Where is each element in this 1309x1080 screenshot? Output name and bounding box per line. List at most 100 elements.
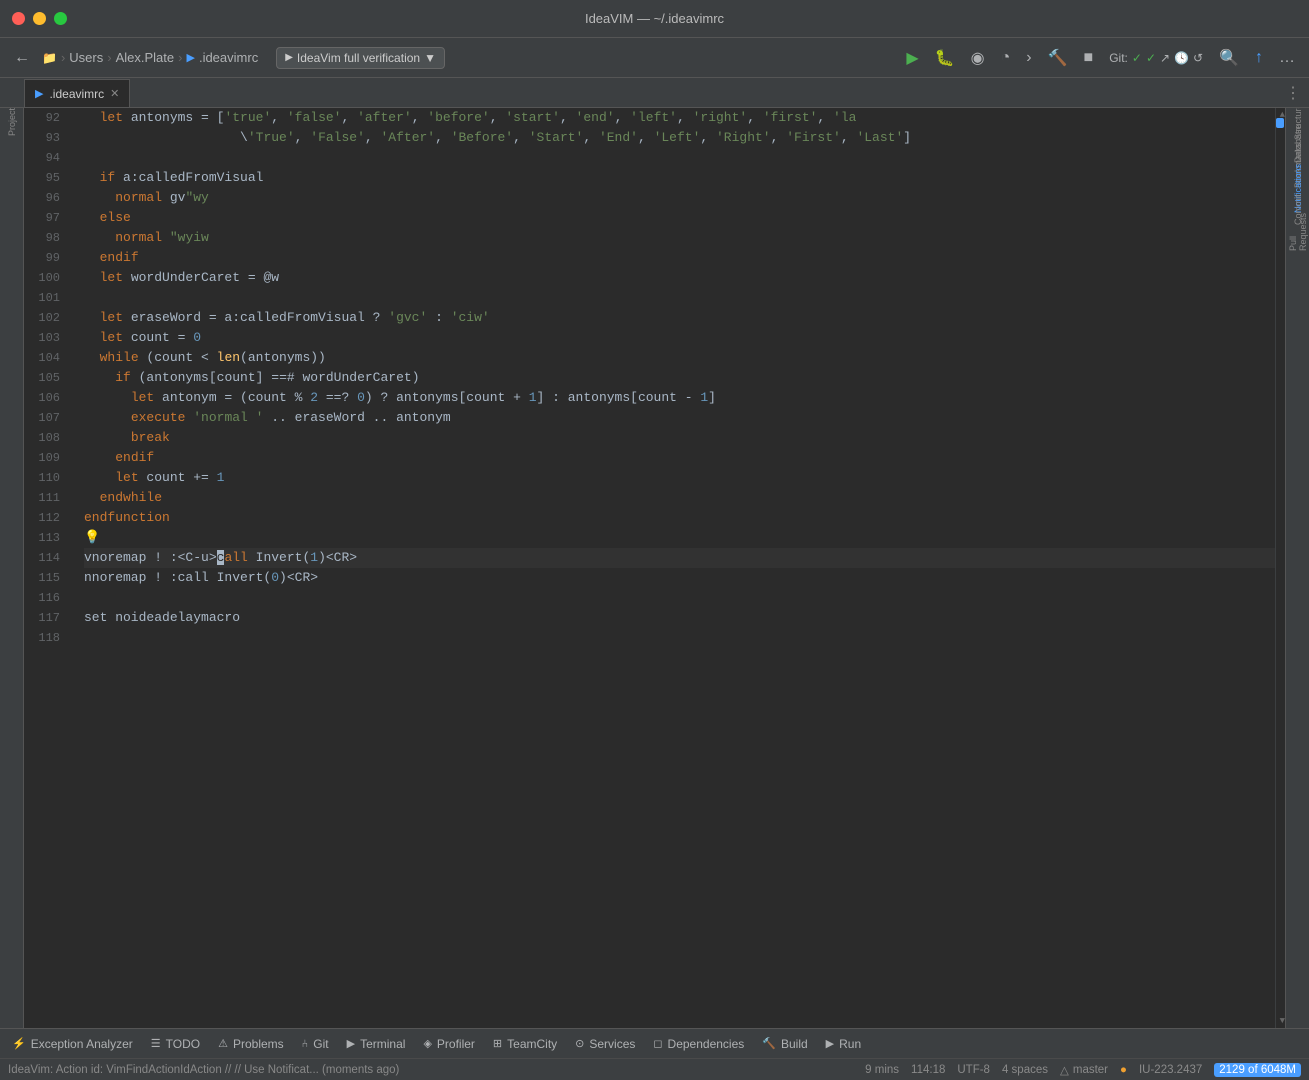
window-title: IdeaVIM — ~/.ideavimrc bbox=[585, 11, 724, 26]
more-run-btn[interactable]: › bbox=[1020, 45, 1037, 71]
code-line-116 bbox=[84, 588, 1275, 608]
line-number-114: 114 bbox=[24, 548, 68, 568]
bottom-tool-run[interactable]: ▶ Run bbox=[818, 1034, 869, 1054]
scroll-down-icon[interactable]: ▼ bbox=[1280, 1016, 1285, 1026]
line-number-97: 97 bbox=[24, 208, 68, 228]
code-editor[interactable]: let antonyms = ['true', 'false', 'after'… bbox=[76, 108, 1275, 1028]
code-line-118 bbox=[84, 628, 1275, 648]
maximize-button[interactable] bbox=[54, 12, 67, 25]
code-line-93: \'True', 'False', 'After', 'Before', 'St… bbox=[84, 128, 1275, 148]
debug-button[interactable]: 🐛 bbox=[929, 44, 961, 72]
indent-display[interactable]: 4 spaces bbox=[1002, 1064, 1048, 1076]
bottom-tool-teamcity[interactable]: ⊞TeamCity bbox=[485, 1034, 565, 1054]
line-number-106: 106 bbox=[24, 388, 68, 408]
position-display[interactable]: 114:18 bbox=[911, 1064, 945, 1076]
line-number-93: 93 bbox=[24, 128, 68, 148]
branch-display[interactable]: △ master bbox=[1060, 1063, 1108, 1077]
breadcrumb-separator: › bbox=[61, 50, 65, 65]
window-controls[interactable] bbox=[12, 12, 67, 25]
profile-button[interactable]: ◔ bbox=[995, 45, 1017, 71]
line-number-99: 99 bbox=[24, 248, 68, 268]
bottom-tool-build[interactable]: 🔨Build bbox=[754, 1034, 815, 1054]
more-options-btn[interactable]: … bbox=[1273, 45, 1301, 71]
pull-requests-panel-icon[interactable]: Pull Requests bbox=[1288, 222, 1308, 242]
update-button[interactable]: ↑ bbox=[1249, 45, 1269, 71]
tool-icon-8: ◻ bbox=[653, 1037, 662, 1050]
notif-message: IdeaVim: Action id: VimFindActionIdActio… bbox=[8, 1064, 399, 1076]
build-button[interactable]: 🔨 bbox=[1042, 44, 1074, 72]
right-sidebar: Structure Database Bookmarks Notificatio… bbox=[1285, 108, 1309, 1028]
tab-more-button[interactable]: ⋮ bbox=[1277, 79, 1309, 107]
close-button[interactable] bbox=[12, 12, 25, 25]
bottom-tool-exception-analyzer[interactable]: ⚡Exception Analyzer bbox=[4, 1034, 141, 1054]
line-number-110: 110 bbox=[24, 468, 68, 488]
bottom-tool-dependencies[interactable]: ◻Dependencies bbox=[645, 1034, 752, 1054]
bottom-tool-git[interactable]: ⑃Git bbox=[294, 1034, 337, 1054]
tool-label-10: Run bbox=[839, 1037, 861, 1051]
bottom-tool-problems[interactable]: ⚠Problems bbox=[210, 1034, 292, 1054]
breadcrumb: 📁 › Users › Alex.Plate › ▶ .ideavimrc bbox=[42, 50, 258, 65]
code-line-117: set noideadelaymacro bbox=[84, 608, 1275, 628]
line-number-116: 116 bbox=[24, 588, 68, 608]
code-line-111: endwhile bbox=[84, 488, 1275, 508]
config-selector[interactable]: ▶ IdeaVim full verification ▼ bbox=[276, 47, 445, 69]
config-label: IdeaVim full verification bbox=[297, 51, 420, 65]
minimize-button[interactable] bbox=[33, 12, 46, 25]
code-line-109: endif bbox=[84, 448, 1275, 468]
scroll-up-icon[interactable]: ▲ bbox=[1280, 110, 1285, 120]
tool-label-9: Build bbox=[781, 1037, 808, 1051]
bottom-tool-terminal[interactable]: ▶Terminal bbox=[339, 1034, 414, 1054]
tool-label-0: Exception Analyzer bbox=[31, 1037, 133, 1051]
checkmark-icon[interactable]: ✓ bbox=[1132, 51, 1142, 65]
bottom-toolbar: ⚡Exception Analyzer☰TODO⚠Problems⑃Git▶Te… bbox=[0, 1028, 1309, 1058]
line-number-112: 112 bbox=[24, 508, 68, 528]
line-number-109: 109 bbox=[24, 448, 68, 468]
stop-button[interactable]: ■ bbox=[1078, 45, 1100, 71]
toolbar-right: ▶ 🐛 ◉ ◔ › 🔨 ■ Git: ✓ ✓ ↗ 🕓 ↺ 🔍 ↑ … bbox=[900, 44, 1301, 72]
title-bar: IdeaVIM — ~/.ideavimrc bbox=[0, 0, 1309, 38]
undo-icon[interactable]: ↺ bbox=[1193, 51, 1203, 65]
code-line-113: 💡 bbox=[84, 528, 1275, 548]
encoding-display[interactable]: UTF-8 bbox=[957, 1064, 990, 1076]
scroll-gutter[interactable]: ▲ ▼ bbox=[1275, 108, 1285, 1028]
tool-icon-10: ▶ bbox=[826, 1037, 834, 1050]
code-line-114: vnoremap ! :<C-u>call Invert(1)<CR> bbox=[84, 548, 1275, 568]
code-line-108: break bbox=[84, 428, 1275, 448]
line-number-102: 102 bbox=[24, 308, 68, 328]
back-button[interactable]: ← bbox=[8, 45, 36, 71]
line-number-118: 118 bbox=[24, 628, 68, 648]
breadcrumb-users[interactable]: Users bbox=[69, 50, 103, 65]
tool-label-5: Profiler bbox=[437, 1037, 475, 1051]
breadcrumb-item-project[interactable]: 📁 bbox=[42, 51, 57, 65]
bottom-tool-todo[interactable]: ☰TODO bbox=[143, 1034, 208, 1054]
tool-icon-5: ◈ bbox=[423, 1037, 431, 1050]
tool-icon-2: ⚠ bbox=[218, 1037, 228, 1050]
left-sidebar: Project bbox=[0, 108, 24, 1028]
clock-icon[interactable]: 🕓 bbox=[1174, 51, 1189, 65]
checkmark2-icon[interactable]: ✓ bbox=[1146, 51, 1156, 65]
tool-icon-6: ⊞ bbox=[493, 1037, 502, 1050]
search-button[interactable]: 🔍 bbox=[1213, 44, 1245, 72]
tab-file-icon: ▶ bbox=[35, 87, 43, 100]
share-icon[interactable]: ↗ bbox=[1160, 51, 1170, 65]
project-tool-icon[interactable]: Project bbox=[2, 112, 22, 132]
tab-close-button[interactable]: ✕ bbox=[110, 87, 119, 100]
notification-bar: IdeaVim: Action id: VimFindActionIdActio… bbox=[0, 1058, 1309, 1080]
code-line-103: let count = 0 bbox=[84, 328, 1275, 348]
run-button[interactable]: ▶ bbox=[900, 44, 924, 72]
coverage-button[interactable]: ◉ bbox=[965, 44, 991, 72]
bottom-tool-services[interactable]: ⊙Services bbox=[567, 1034, 643, 1054]
code-line-92: let antonyms = ['true', 'false', 'after'… bbox=[84, 108, 1275, 128]
code-line-104: while (count < len(antonyms)) bbox=[84, 348, 1275, 368]
line-number-104: 104 bbox=[24, 348, 68, 368]
line-number-117: 117 bbox=[24, 608, 68, 628]
code-line-100: let wordUnderCaret = @w bbox=[84, 268, 1275, 288]
breadcrumb-file[interactable]: .ideavimrc bbox=[199, 50, 258, 65]
plugin-version: IU-223.2437 bbox=[1139, 1064, 1202, 1076]
tab-ideavimrc[interactable]: ▶ .ideavimrc ✕ bbox=[24, 79, 130, 107]
tool-icon-7: ⊙ bbox=[575, 1037, 584, 1050]
bottom-tool-profiler[interactable]: ◈ Profiler bbox=[415, 1034, 482, 1054]
line-numbers: 9293949596979899100101102103104105106107… bbox=[24, 108, 76, 1028]
code-line-99: endif bbox=[84, 248, 1275, 268]
breadcrumb-alex[interactable]: Alex.Plate bbox=[116, 50, 175, 65]
